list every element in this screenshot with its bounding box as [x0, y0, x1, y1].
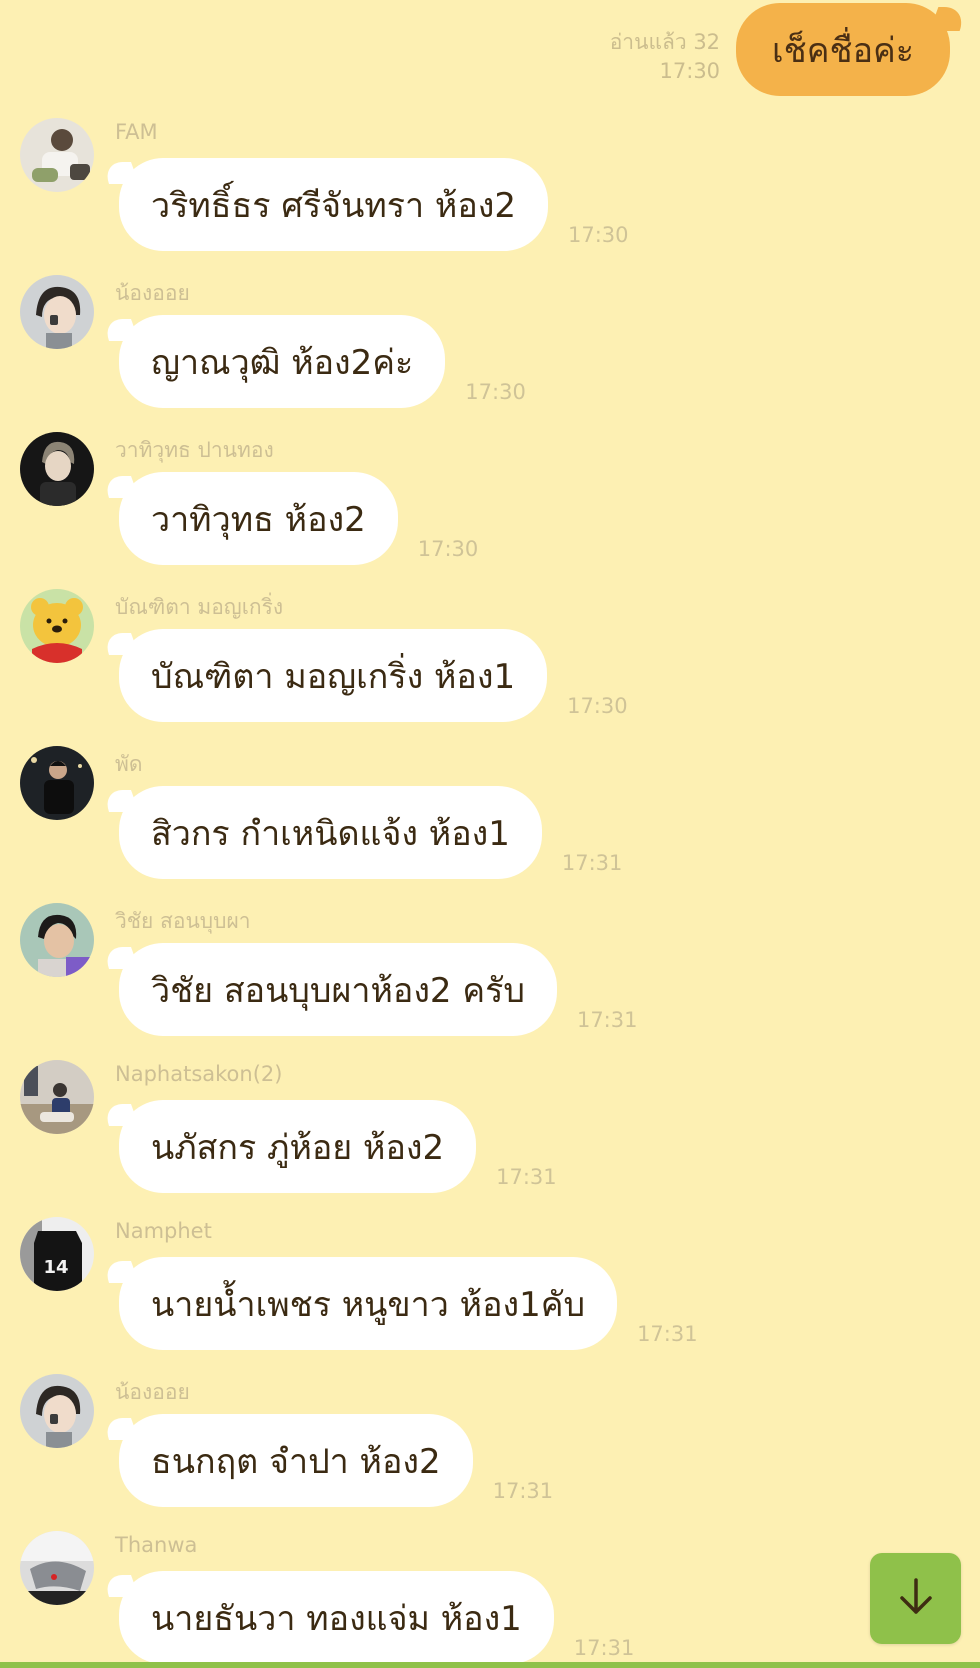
message-bubble[interactable]: วริทธิ์ธร ศรีจันทรา ห้อง2	[119, 158, 548, 251]
bottom-accent-bar	[0, 1662, 980, 1668]
message-bubble[interactable]: นายธันวา ทองแจ่ม ห้อง1	[119, 1571, 554, 1664]
incoming-message[interactable]: Thanwa นายธันวา ทองแจ่ม ห้อง1 17:31	[20, 1531, 960, 1668]
chat-view[interactable]: อ่านแล้ว 32 17:30 เช็คชื่อค่ะ FAM วริทธิ…	[0, 0, 980, 1668]
message-bubble[interactable]: บัณฑิตา มอญเกริ่ง ห้อง1	[119, 629, 548, 722]
incoming-message[interactable]: Naphatsakon(2) นภัสกร ภู่ห้อย ห้อง2 17:3…	[20, 1060, 960, 1210]
incoming-message[interactable]: FAM วริทธิ์ธร ศรีจันทรา ห้อง2 17:30	[20, 118, 960, 268]
message-text: วริทธิ์ธร ศรีจันทรา ห้อง2	[151, 185, 516, 226]
outgoing-meta: อ่านแล้ว 32 17:30	[610, 28, 720, 86]
incoming-message[interactable]: 14 Namphet นายน้ำเพชร หนูขาว ห้อง1คับ 17…	[20, 1217, 960, 1367]
message-time: 17:31	[492, 1479, 554, 1503]
avatar[interactable]	[20, 432, 94, 506]
sender-name: วาทิวุทธ ปานทอง	[115, 438, 274, 462]
avatar[interactable]	[20, 1531, 94, 1605]
sender-name: Namphet	[115, 1219, 212, 1243]
message-time: 17:31	[576, 1008, 638, 1032]
outgoing-bubble[interactable]: เช็คชื่อค่ะ	[736, 3, 950, 96]
message-bubble[interactable]: วาทิวุทธ ห้อง2	[119, 472, 398, 565]
sender-name: วิชัย สอนบุบผา	[115, 909, 251, 933]
sender-name: น้องออย	[115, 281, 190, 305]
message-text: บัณฑิตา มอญเกริ่ง ห้อง1	[151, 656, 516, 697]
message-time: 17:30	[567, 694, 628, 718]
scroll-to-bottom-button[interactable]	[870, 1553, 961, 1644]
message-text: วาทิวุทธ ห้อง2	[151, 499, 366, 540]
sender-name: FAM	[115, 120, 158, 144]
message-text: นายธันวา ทองแจ่ม ห้อง1	[151, 1598, 522, 1639]
message-text: วิชัย สอนบุบผาห้อง2 ครับ	[151, 970, 525, 1011]
sender-name: พัด	[115, 752, 143, 776]
svg-text:14: 14	[43, 1257, 68, 1278]
message-bubble[interactable]: นภัสกร ภู่ห้อย ห้อง2	[119, 1100, 477, 1193]
message-bubble[interactable]: วิชัย สอนบุบผาห้อง2 ครับ	[119, 943, 557, 1036]
incoming-message[interactable]: พัด สิวกร กำเหนิดแจ้ง ห้อง1 17:31	[20, 746, 960, 896]
avatar[interactable]	[20, 746, 94, 820]
avatar[interactable]	[20, 589, 94, 663]
message-text: นายน้ำเพชร หนูขาว ห้อง1คับ	[151, 1284, 586, 1325]
message-bubble[interactable]: นายน้ำเพชร หนูขาว ห้อง1คับ	[119, 1257, 618, 1350]
avatar[interactable]	[20, 118, 94, 192]
message-time: 17:30	[568, 223, 629, 247]
message-bubble[interactable]: สิวกร กำเหนิดแจ้ง ห้อง1	[119, 786, 542, 879]
message-time: 17:31	[637, 1322, 698, 1346]
message-time: 17:31	[573, 1636, 635, 1660]
avatar[interactable]	[20, 1374, 94, 1448]
avatar[interactable]	[20, 903, 94, 977]
message-time: 17:30	[417, 537, 479, 561]
incoming-message[interactable]: น้องออย ธนกฤต จำปา ห้อง2 17:31	[20, 1374, 960, 1524]
sender-name: น้องออย	[115, 1380, 190, 1404]
message-text: ญาณวุฒิ ห้อง2ค่ะ	[151, 342, 414, 383]
avatar[interactable]	[20, 275, 94, 349]
incoming-message[interactable]: วิชัย สอนบุบผา วิชัย สอนบุบผาห้อง2 ครับ …	[20, 903, 960, 1053]
sender-name: Naphatsakon(2)	[115, 1062, 283, 1086]
message-time: 17:31	[496, 1165, 557, 1189]
avatar[interactable]	[20, 1060, 94, 1134]
sender-name: บัณฑิตา มอญเกริ่ง	[115, 595, 284, 619]
outgoing-message[interactable]: อ่านแล้ว 32 17:30 เช็คชื่อค่ะ	[610, 3, 950, 96]
message-text: นภัสกร ภู่ห้อย ห้อง2	[151, 1127, 445, 1168]
message-bubble[interactable]: ญาณวุฒิ ห้อง2ค่ะ	[119, 315, 446, 408]
message-time: 17:30	[465, 380, 526, 404]
incoming-message[interactable]: วาทิวุทธ ปานทอง วาทิวุทธ ห้อง2 17:30	[20, 432, 960, 582]
message-time: 17:30	[659, 59, 721, 83]
message-bubble[interactable]: ธนกฤต จำปา ห้อง2	[119, 1414, 473, 1507]
message-time: 17:31	[561, 851, 623, 875]
incoming-message[interactable]: บัณฑิตา มอญเกริ่ง บัณฑิตา มอญเกริ่ง ห้อง…	[20, 589, 960, 739]
sender-name: Thanwa	[115, 1533, 198, 1557]
message-text: ธนกฤต จำปา ห้อง2	[151, 1441, 441, 1482]
message-text: เช็คชื่อค่ะ	[772, 30, 914, 71]
arrow-down-icon	[894, 1575, 938, 1623]
read-receipt: อ่านแล้ว 32	[609, 30, 721, 54]
incoming-message[interactable]: น้องออย ญาณวุฒิ ห้อง2ค่ะ 17:30	[20, 275, 960, 425]
avatar[interactable]: 14	[20, 1217, 94, 1291]
message-text: สิวกร กำเหนิดแจ้ง ห้อง1	[151, 813, 510, 854]
